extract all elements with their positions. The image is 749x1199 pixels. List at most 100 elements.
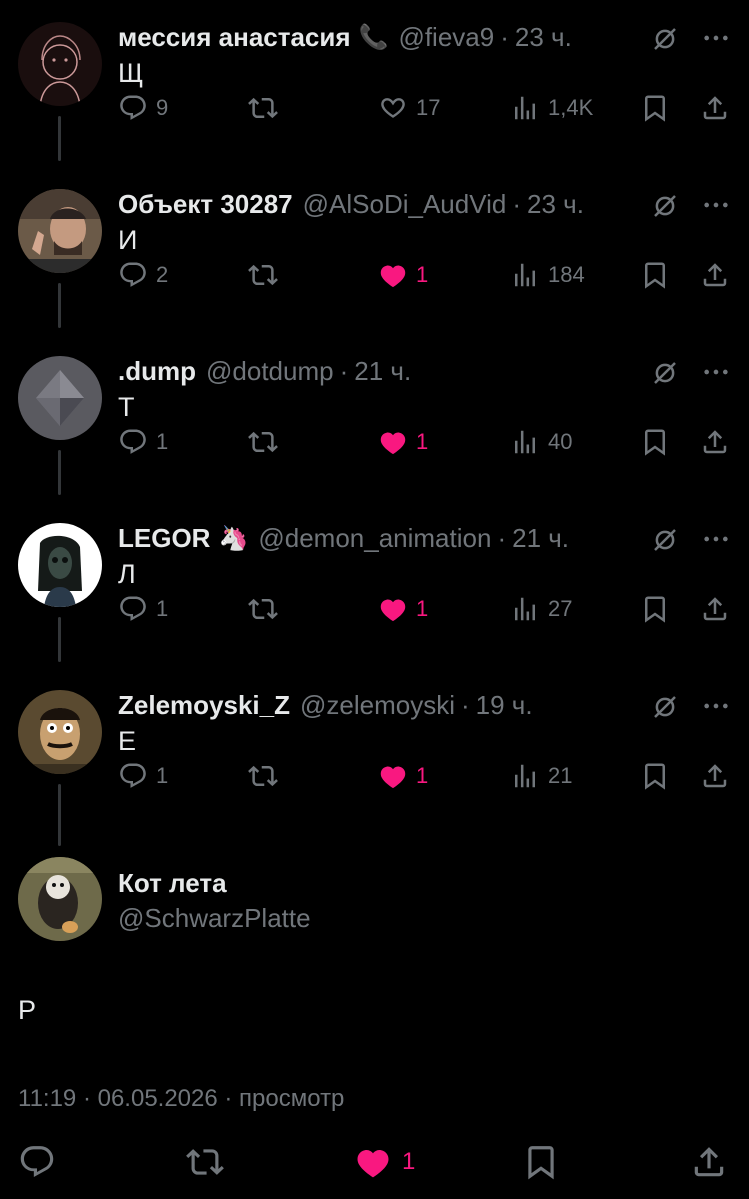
separator-dot: · [512, 188, 521, 219]
grok-icon[interactable] [650, 525, 680, 555]
retweet-button[interactable] [248, 756, 278, 796]
display-name[interactable]: Объект 30287 [118, 189, 293, 220]
reply-count: 1 [156, 763, 169, 788]
reply-button[interactable]: 2 [118, 255, 168, 295]
views-count: 1,4K [548, 95, 594, 120]
grok-icon[interactable] [650, 191, 680, 221]
like-count: 1 [416, 763, 429, 788]
reply-tweet[interactable]: Zelemoyski_Z @zelemoyski · 19 ч. Е 1 1 2… [0, 668, 749, 835]
share-button[interactable] [690, 1142, 728, 1182]
share-icon [700, 594, 730, 624]
views-count: 27 [548, 596, 573, 621]
grok-icon[interactable] [650, 24, 680, 54]
reply-tweet[interactable]: Объект 30287 @AlSoDi_AudVid · 23 ч. И 2 … [0, 167, 749, 334]
handle[interactable]: @SchwarzPlatte [118, 903, 311, 934]
bookmark-button[interactable] [640, 255, 670, 295]
handle[interactable]: @AlSoDi_AudVid [303, 189, 507, 220]
like-button[interactable]: 1 [378, 255, 428, 295]
separator-dot: · [500, 21, 509, 52]
like-count: 17 [416, 95, 441, 120]
tweet-text: Е [118, 726, 137, 756]
handle[interactable]: @fieva9 [398, 22, 494, 53]
like-button[interactable]: 17 [378, 88, 440, 128]
tweet-header: Объект 30287 @AlSoDi_AudVid · 23 ч. [118, 189, 584, 219]
avatar[interactable] [18, 857, 102, 941]
share-icon [690, 1143, 728, 1181]
bookmark-button[interactable] [640, 422, 670, 462]
display-name[interactable]: Zelemoyski_Z [118, 690, 290, 721]
retweet-button[interactable] [248, 88, 278, 128]
timestamp[interactable]: 21 ч. [512, 523, 569, 554]
display-name[interactable]: мессия анастасия [118, 22, 351, 53]
reply-tweet[interactable]: LEGOR 🦄 @demon_animation · 21 ч. Л 1 1 2… [0, 501, 749, 668]
reply-button[interactable]: 1 [118, 756, 168, 796]
like-button[interactable]: 1 [354, 1142, 415, 1182]
more-icon[interactable] [702, 529, 730, 549]
reply-count: 9 [156, 95, 169, 120]
reply-icon [118, 427, 148, 457]
display-name[interactable]: LEGOR [118, 523, 210, 554]
like-button[interactable]: 1 [378, 589, 428, 629]
like-count: 1 [416, 596, 429, 621]
reply-icon [118, 260, 148, 290]
share-button[interactable] [700, 589, 730, 629]
tweet-text: Р [18, 995, 37, 1025]
tweet-meta: 11:19 · 06.05.2026 · просмотр [18, 1085, 345, 1112]
display-name[interactable]: Кот лета [118, 868, 227, 899]
timestamp[interactable]: 23 ч. [515, 22, 572, 53]
bookmark-icon [640, 594, 670, 624]
share-button[interactable] [700, 756, 730, 796]
views-icon [510, 93, 540, 123]
timestamp[interactable]: 19 ч. [476, 690, 533, 721]
reply-button[interactable] [18, 1142, 56, 1182]
share-icon [700, 260, 730, 290]
bookmark-button[interactable] [522, 1142, 560, 1182]
share-icon [700, 427, 730, 457]
reply-button[interactable]: 1 [118, 422, 168, 462]
bookmark-icon [640, 93, 670, 123]
timestamp[interactable]: 21 ч. [354, 356, 411, 387]
like-button[interactable]: 1 [378, 756, 428, 796]
views-button[interactable]: 184 [510, 255, 585, 295]
grok-icon[interactable] [650, 692, 680, 722]
tweet-header: мессия анастасия 📞 @fieva9 · 23 ч. [118, 22, 572, 52]
reply-button[interactable]: 1 [118, 589, 168, 629]
reply-count: 1 [156, 596, 169, 621]
retweet-icon [248, 260, 278, 290]
reply-tweet[interactable]: .dump @dotdump · 21 ч. Т 1 1 40 [0, 334, 749, 501]
like-button[interactable]: 1 [378, 422, 428, 462]
views-count: 40 [548, 429, 573, 454]
retweet-button[interactable] [248, 422, 278, 462]
grok-icon[interactable] [650, 358, 680, 388]
retweet-button[interactable] [186, 1142, 224, 1182]
handle[interactable]: @zelemoyski [300, 690, 455, 721]
bookmark-button[interactable] [640, 88, 670, 128]
views-button[interactable]: 21 [510, 756, 572, 796]
handle[interactable]: @demon_animation [258, 523, 491, 554]
more-icon[interactable] [702, 696, 730, 716]
views-button[interactable]: 1,4K [510, 88, 593, 128]
bookmark-button[interactable] [640, 589, 670, 629]
reply-tweet[interactable]: мессия анастасия 📞 @fieva9 · 23 ч. Щ 9 1… [0, 0, 749, 167]
display-name[interactable]: .dump [118, 356, 196, 387]
more-icon[interactable] [702, 362, 730, 382]
handle[interactable]: @dotdump [206, 356, 334, 387]
share-icon [700, 761, 730, 791]
share-button[interactable] [700, 422, 730, 462]
share-button[interactable] [700, 255, 730, 295]
tweet-text: Щ [118, 58, 144, 88]
more-icon[interactable] [702, 28, 730, 48]
share-button[interactable] [700, 88, 730, 128]
action-bar: 1 1 27 [0, 589, 749, 629]
reply-button[interactable]: 9 [118, 88, 168, 128]
retweet-button[interactable] [248, 255, 278, 295]
views-button[interactable]: 40 [510, 422, 572, 462]
heart-icon [378, 93, 408, 123]
views-button[interactable]: 27 [510, 589, 572, 629]
bookmark-button[interactable] [640, 756, 670, 796]
more-icon[interactable] [702, 195, 730, 215]
separator-dot: · [339, 355, 349, 386]
reply-icon [18, 1143, 56, 1181]
retweet-button[interactable] [248, 589, 278, 629]
timestamp[interactable]: 23 ч. [527, 189, 584, 220]
